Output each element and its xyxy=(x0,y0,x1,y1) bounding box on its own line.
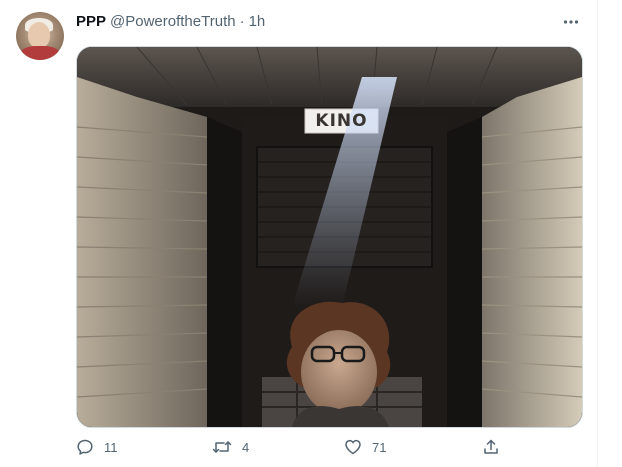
retweet-count: 4 xyxy=(242,439,250,455)
heart-icon xyxy=(345,439,361,455)
reply-count: 11 xyxy=(104,439,118,455)
retweet-button[interactable]: 4 xyxy=(212,436,249,458)
photo-scene xyxy=(77,47,582,427)
like-count: 71 xyxy=(372,439,387,455)
tweet[interactable]: PPP @PoweroftheTruth · 1h KINO 11 4 71 xyxy=(0,0,598,467)
separator-dot: · xyxy=(239,13,245,30)
kino-sign: KINO xyxy=(315,111,368,131)
avatar-face xyxy=(28,22,50,48)
avatar[interactable] xyxy=(16,12,64,60)
share-button[interactable] xyxy=(482,436,500,458)
share-icon xyxy=(484,439,498,454)
timestamp[interactable]: 1h xyxy=(249,12,266,32)
like-button[interactable]: 71 xyxy=(344,436,386,458)
reply-icon xyxy=(77,439,93,455)
tweet-actions: 11 4 71 xyxy=(76,436,581,458)
user-handle[interactable]: @PoweroftheTruth xyxy=(110,12,236,32)
avatar-shirt xyxy=(20,46,60,60)
tweet-photo[interactable]: KINO xyxy=(76,46,583,428)
reply-button[interactable]: 11 xyxy=(76,436,118,458)
display-name[interactable]: PPP xyxy=(76,12,106,32)
retweet-icon xyxy=(212,441,232,453)
more-horizontal-icon xyxy=(563,20,579,24)
more-button[interactable] xyxy=(561,12,581,32)
tweet-header: PPP @PoweroftheTruth · 1h xyxy=(76,12,581,32)
